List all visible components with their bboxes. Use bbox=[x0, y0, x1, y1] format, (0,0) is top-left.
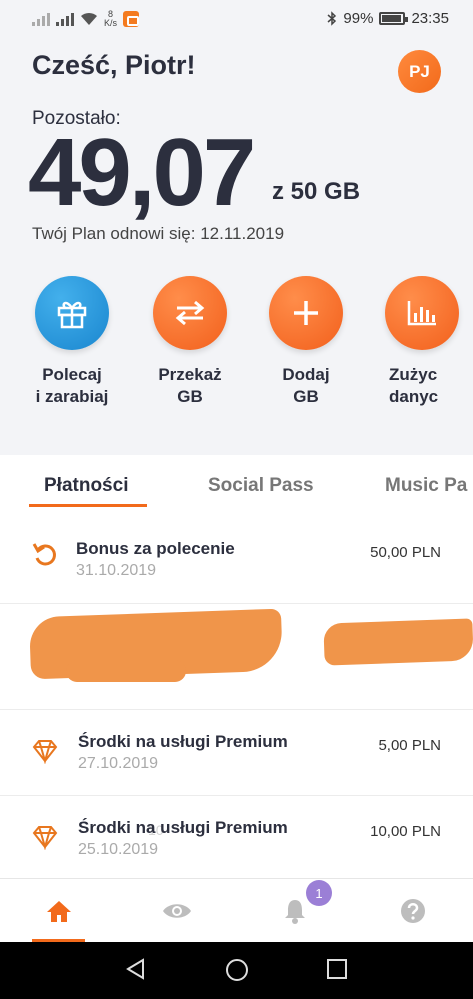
transaction-date: 31.10.2019 bbox=[76, 562, 157, 579]
transaction-title: Środki na usługi Premium bbox=[78, 818, 288, 837]
bluetooth-icon bbox=[327, 11, 337, 26]
tab-music-pass[interactable]: Music Pa bbox=[385, 475, 467, 497]
wifi-icon bbox=[81, 12, 97, 25]
help-icon bbox=[401, 899, 425, 923]
greeting: Cześć, Piotr! bbox=[32, 50, 196, 80]
home-system-icon[interactable] bbox=[225, 958, 249, 982]
status-bar: 8 K/s 99% 23:35 bbox=[0, 0, 473, 38]
bell-icon bbox=[285, 900, 305, 924]
action-label: Dodaj GB bbox=[282, 365, 330, 406]
recents-icon[interactable] bbox=[326, 958, 348, 980]
list-item[interactable]: Środki na usługi Premium 25.10.2019 10,0… bbox=[0, 795, 473, 881]
transaction-date: 25.10.2019 bbox=[78, 841, 159, 858]
action-refer[interactable]: Polecaj i zarabiaj bbox=[12, 276, 132, 408]
transaction-date: 27.10.2019 bbox=[78, 755, 159, 772]
transaction-amount: 10,00 PLN bbox=[370, 823, 441, 840]
avatar[interactable]: PJ bbox=[398, 50, 441, 93]
diamond-icon bbox=[32, 740, 58, 764]
transaction-amount: 50,00 PLN bbox=[370, 544, 441, 561]
transaction-title: Bonus za polecenie bbox=[76, 539, 235, 558]
list-item[interactable]: Bonus za polecenie 31.10.2019 50,00 PLN bbox=[0, 517, 473, 603]
transaction-amount: 5,00 PLN bbox=[378, 737, 441, 754]
list-item[interactable]: Środki na usługi Premium 27.10.2019 5,00… bbox=[0, 709, 473, 795]
transaction-title: Środki na usługi Premium bbox=[78, 732, 288, 751]
network-speed: 8 K/s bbox=[104, 9, 118, 28]
eye-icon bbox=[163, 904, 191, 918]
clock: 23:35 bbox=[411, 10, 449, 27]
battery-icon bbox=[379, 12, 409, 25]
signal-2-icon bbox=[56, 12, 74, 26]
action-data-usage[interactable]: Zużyc danyc bbox=[363, 276, 473, 408]
home-icon bbox=[47, 901, 71, 922]
action-label: Polecaj i zarabiaj bbox=[35, 365, 109, 406]
notification-badge: 1 bbox=[306, 880, 332, 906]
system-nav-bar bbox=[0, 942, 473, 999]
action-label: Przekaż GB bbox=[158, 365, 222, 406]
tab-social-pass[interactable]: Social Pass bbox=[208, 475, 314, 497]
quick-actions: Polecaj i zarabiaj Przekaż GB Dodaj GB Z… bbox=[0, 276, 473, 426]
redaction-mark bbox=[66, 660, 186, 682]
signal-1-icon bbox=[32, 12, 50, 26]
nav-help[interactable] bbox=[354, 879, 472, 943]
action-add-gb[interactable]: Dodaj GB bbox=[246, 276, 366, 408]
tab-active-indicator bbox=[29, 504, 147, 507]
back-icon[interactable] bbox=[125, 958, 147, 980]
remaining-value: 49,07 bbox=[28, 119, 256, 226]
notification-app-icon bbox=[123, 11, 140, 27]
diamond-icon bbox=[32, 826, 58, 850]
redaction-mark bbox=[323, 618, 473, 666]
battery-percent: 99% bbox=[343, 10, 374, 27]
tab-payments[interactable]: Płatności bbox=[44, 475, 128, 497]
tab-bar: Płatności Social Pass Music Pa bbox=[0, 455, 473, 509]
remaining-unit: z 50 GB bbox=[272, 178, 361, 205]
nav-notifications[interactable] bbox=[236, 879, 354, 943]
transfer-arrows-icon[interactable] bbox=[153, 276, 227, 350]
bar-chart-icon[interactable] bbox=[385, 276, 459, 350]
bottom-nav bbox=[0, 878, 473, 942]
nav-preview[interactable] bbox=[118, 879, 236, 943]
plus-icon[interactable] bbox=[269, 276, 343, 350]
action-label: Zużyc danyc bbox=[389, 365, 439, 406]
action-transfer-gb[interactable]: Przekaż GB bbox=[130, 276, 250, 408]
nav-home[interactable] bbox=[0, 879, 118, 943]
plan-renew-text: Twój Plan odnowi się: 12.11.2019 bbox=[32, 224, 285, 243]
refund-arrow-icon bbox=[32, 543, 56, 566]
gift-icon[interactable] bbox=[35, 276, 109, 350]
transactions-card: Płatności Social Pass Music Pa Bonus za … bbox=[0, 455, 473, 942]
